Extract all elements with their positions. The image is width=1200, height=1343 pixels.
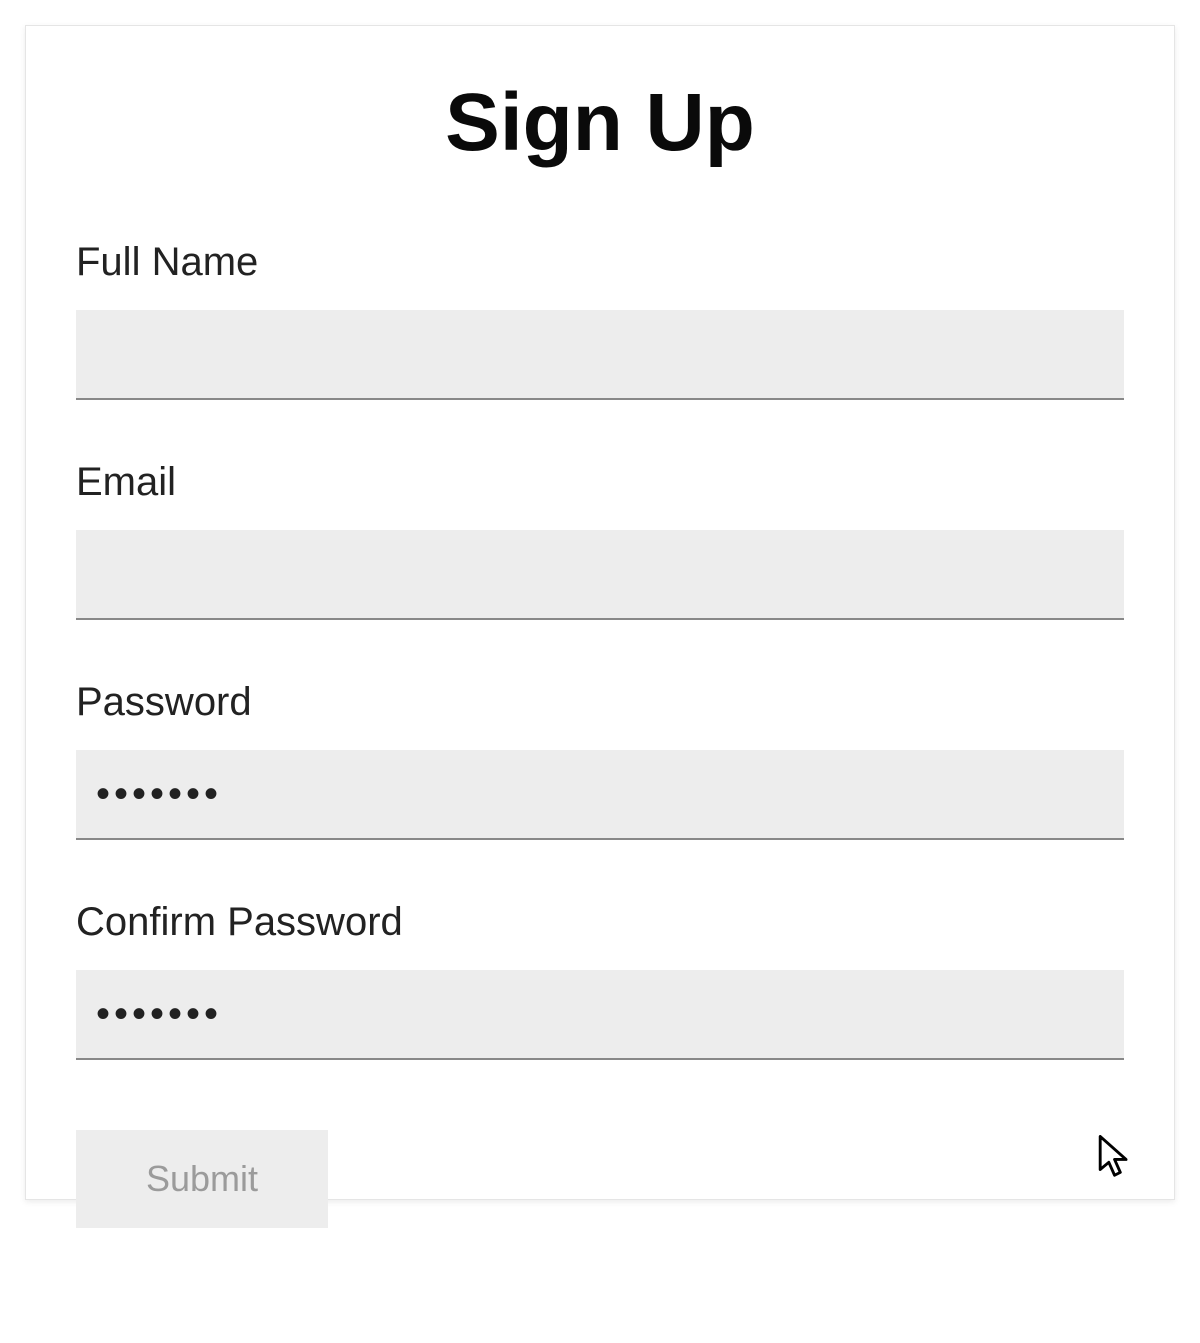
email-input[interactable] bbox=[76, 530, 1124, 620]
cursor-icon bbox=[1098, 1135, 1134, 1181]
form-group-password: Password bbox=[76, 680, 1124, 840]
submit-button[interactable]: Submit bbox=[76, 1130, 328, 1228]
confirm-password-label: Confirm Password bbox=[76, 900, 1124, 945]
password-input[interactable] bbox=[76, 750, 1124, 840]
page-title: Sign Up bbox=[76, 76, 1124, 170]
fullname-input[interactable] bbox=[76, 310, 1124, 400]
email-label: Email bbox=[76, 460, 1124, 505]
confirm-password-input[interactable] bbox=[76, 970, 1124, 1060]
fullname-label: Full Name bbox=[76, 240, 1124, 285]
form-group-email: Email bbox=[76, 460, 1124, 620]
form-group-fullname: Full Name bbox=[76, 240, 1124, 400]
form-group-confirm-password: Confirm Password bbox=[76, 900, 1124, 1060]
signup-card: Sign Up Full Name Email Password Confirm… bbox=[25, 25, 1175, 1200]
password-label: Password bbox=[76, 680, 1124, 725]
